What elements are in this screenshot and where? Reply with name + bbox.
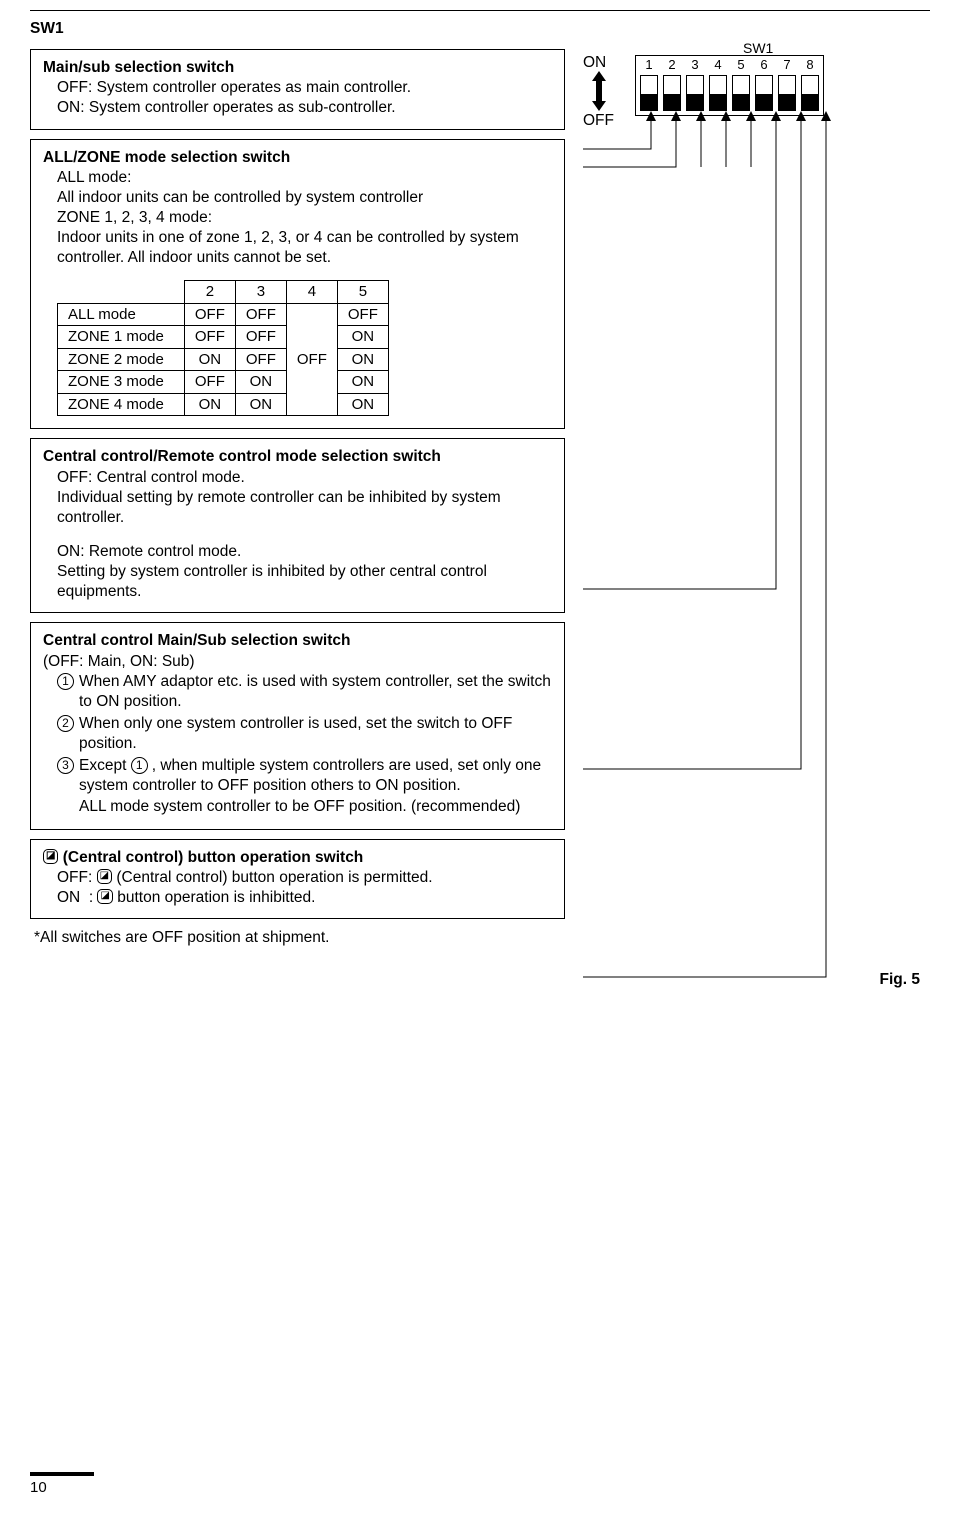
box-central-remote: Central control/Remote control mode sele… <box>30 438 565 613</box>
box2-p1l1: ALL mode: <box>57 168 552 188</box>
box3-l2: Individual setting by remote controller … <box>57 488 552 528</box>
box2-p2l2: Indoor units in one of zone 1, 2, 3, or … <box>57 228 552 268</box>
circled-1b-icon: 1 <box>131 757 148 774</box>
th-3: 3 <box>235 281 286 304</box>
box3-l1: OFF: Central control mode. <box>57 468 552 488</box>
box1-line1: OFF: System controller operates as main … <box>57 78 552 98</box>
dip-5 <box>732 75 750 111</box>
box5-l1: OFF: ◪ (Central control) button operatio… <box>57 868 552 888</box>
circled-3-icon: 3 <box>57 757 74 774</box>
box-main-sub-central: Central control Main/Sub selection switc… <box>30 622 565 829</box>
row-z1: ZONE 1 mode <box>58 326 185 349</box>
box4-title: Central control Main/Sub selection switc… <box>43 631 552 651</box>
mode-table: 2 3 4 5 ALL mode OFF OFF OFF OFF ZONE 1 … <box>57 280 389 416</box>
dip-1 <box>640 75 658 111</box>
control-key-icon: ◪ <box>97 889 112 904</box>
section-heading: SW1 <box>30 19 930 39</box>
figure-label: Fig. 5 <box>30 970 920 990</box>
page-number: 10 <box>30 1472 94 1498</box>
row-z3: ZONE 3 mode <box>58 371 185 394</box>
box-button-op: ◪ (Central control) button operation swi… <box>30 839 565 919</box>
dip-3 <box>686 75 704 111</box>
th-4: 4 <box>286 281 337 304</box>
box3-l4: Setting by system controller is inhibite… <box>57 562 552 602</box>
control-key-icon: ◪ <box>97 869 112 884</box>
box5-title: ◪ (Central control) button operation swi… <box>43 848 552 868</box>
dip-8 <box>801 75 819 111</box>
dip-4 <box>709 75 727 111</box>
th-5: 5 <box>337 281 388 304</box>
row-z2: ZONE 2 mode <box>58 348 185 371</box>
th-2: 2 <box>184 281 235 304</box>
box2-p2l1: ZONE 1, 2, 3, 4 mode: <box>57 208 552 228</box>
row-z4: ZONE 4 mode <box>58 393 185 416</box>
control-key-icon: ◪ <box>43 849 58 864</box>
box5-l2: ON : ◪ button operation is inhibitted. <box>57 888 552 908</box>
dip-off-label: OFF <box>583 111 614 131</box>
col4-merged: OFF <box>286 303 337 416</box>
dip-6 <box>755 75 773 111</box>
circled-2-icon: 2 <box>57 715 74 732</box>
box4-sub: (OFF: Main, ON: Sub) <box>43 652 552 672</box>
dip-diagram: SW1 ON OFF 1 2 3 4 5 6 7 8 <box>583 49 930 229</box>
box-main-sub: Main/sub selection switch OFF: System co… <box>30 49 565 129</box>
box-all-zone: ALL/ZONE mode selection switch ALL mode:… <box>30 139 565 430</box>
circled-1-icon: 1 <box>57 673 74 690</box>
box3-title: Central control/Remote control mode sele… <box>43 447 552 467</box>
dip-7 <box>778 75 796 111</box>
dip-2 <box>663 75 681 111</box>
row-all: ALL mode <box>58 303 185 326</box>
box2-title: ALL/ZONE mode selection switch <box>43 148 552 168</box>
box2-p1l2: All indoor units can be controlled by sy… <box>57 188 552 208</box>
box4-i3: Except 1, when multiple system controlle… <box>79 756 552 816</box>
box3-l3: ON: Remote control mode. <box>57 542 552 562</box>
box4-i2: When only one system controller is used,… <box>79 714 552 754</box>
shipment-note: *All switches are OFF position at shipme… <box>34 928 565 948</box>
box1-title: Main/sub selection switch <box>43 58 552 78</box>
box1-line2: ON: System controller operates as sub-co… <box>57 98 552 118</box>
box4-i1: When AMY adaptor etc. is used with syste… <box>79 672 552 712</box>
up-down-arrow-icon <box>589 71 609 111</box>
